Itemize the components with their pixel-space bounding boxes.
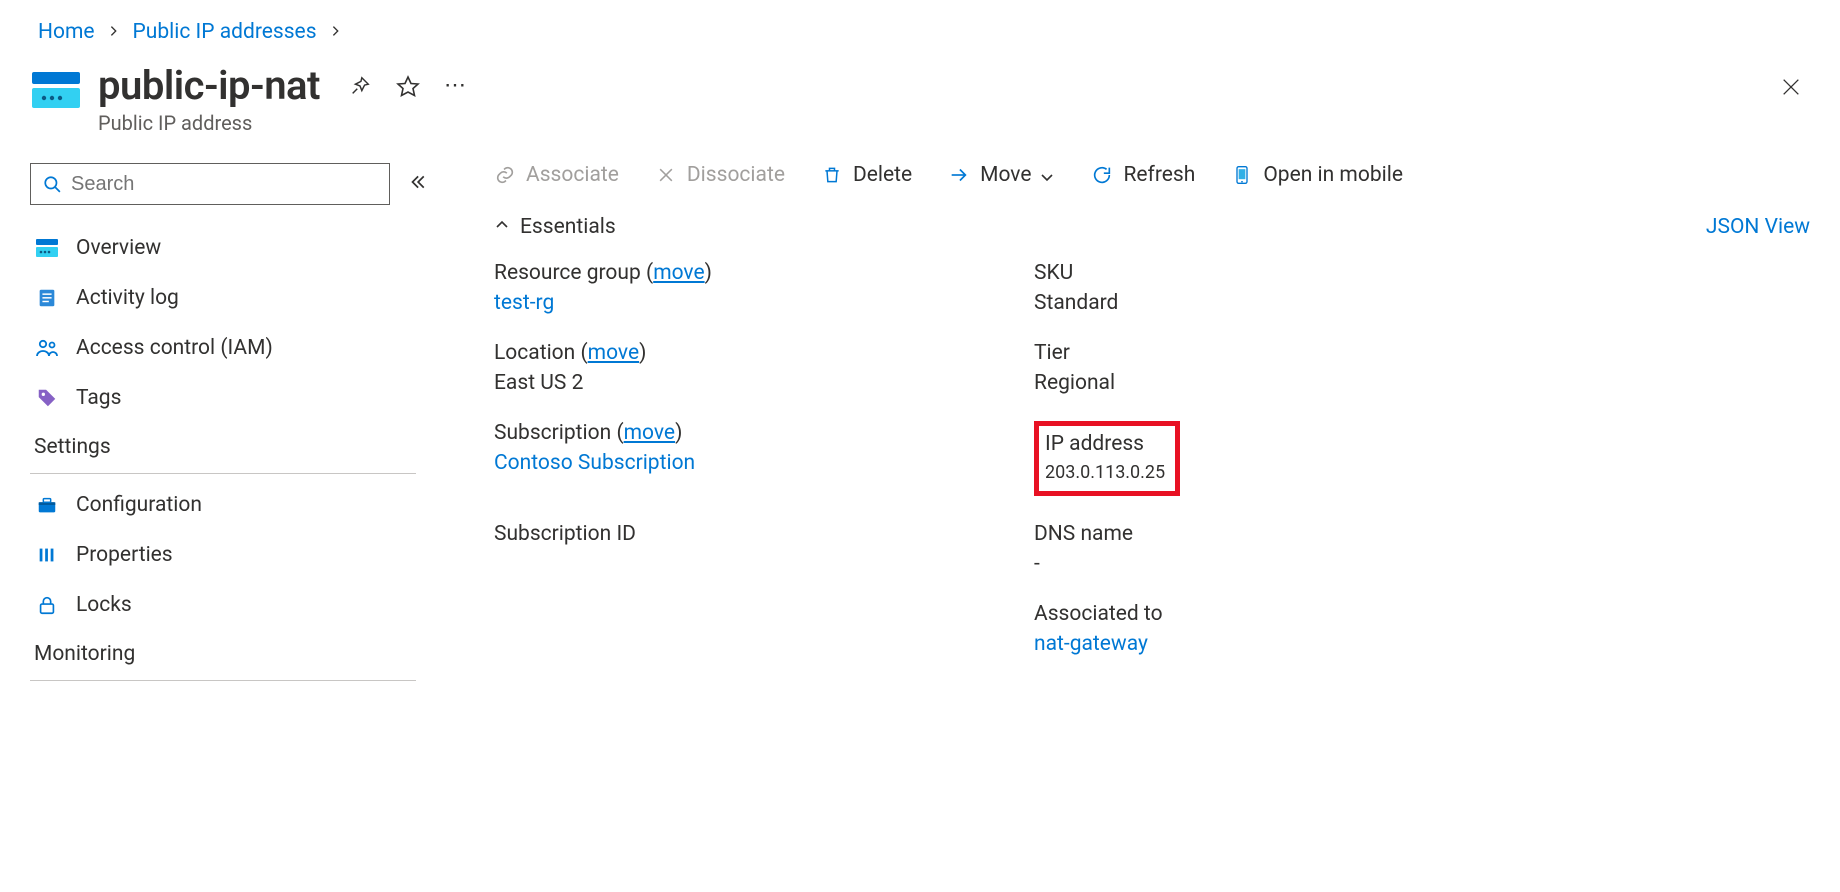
field-label-text: Associated to (1034, 602, 1810, 626)
field-associated-to: Associated to nat-gateway (1034, 602, 1810, 656)
sidebar-item-iam[interactable]: Access control (IAM) (30, 323, 430, 373)
associate-button: Associate (494, 163, 619, 187)
field-value-text: - (1034, 552, 1810, 576)
sidebar-item-label: Configuration (76, 493, 202, 517)
move-link[interactable]: move (653, 261, 704, 285)
people-icon (34, 335, 60, 361)
field-label-text: Subscription ID (494, 522, 994, 546)
sidebar-section-monitoring: Monitoring (30, 630, 430, 672)
sidebar-item-label: Access control (IAM) (76, 336, 273, 360)
delete-button[interactable]: Delete (821, 163, 912, 187)
star-icon[interactable] (396, 74, 420, 98)
public-ip-icon (34, 235, 60, 261)
field-label-text: Location (494, 341, 575, 365)
toolbar-label: Delete (853, 163, 912, 187)
pin-icon[interactable] (348, 74, 372, 98)
toolbar-label: Dissociate (687, 163, 785, 187)
main-content: Associate Dissociate Delete Move (430, 163, 1810, 687)
close-icon (655, 164, 677, 186)
refresh-button[interactable]: Refresh (1091, 163, 1195, 187)
field-label-text: Tier (1034, 341, 1810, 365)
log-icon (34, 285, 60, 311)
breadcrumb-home[interactable]: Home (38, 20, 95, 44)
move-link[interactable]: move (588, 341, 639, 365)
resource-group-link[interactable]: test-rg (494, 291, 994, 315)
field-label-text: DNS name (1034, 522, 1810, 546)
page-title: public-ip-nat (98, 62, 320, 109)
field-sku: SKU Standard (1034, 261, 1810, 315)
sidebar-item-label: Locks (76, 593, 132, 617)
field-label-text: SKU (1034, 261, 1810, 285)
toolbar-label: Open in mobile (1263, 163, 1403, 187)
divider (30, 680, 416, 681)
toolbox-icon (34, 492, 60, 518)
essentials-grid: Resource group (move) test-rg SKU Standa… (494, 261, 1810, 656)
search-input[interactable] (71, 173, 377, 196)
sidebar-section-settings: Settings (30, 423, 430, 465)
field-location: Location (move) East US 2 (494, 341, 994, 395)
dissociate-button: Dissociate (655, 163, 785, 187)
breadcrumb: Home Public IP addresses (38, 20, 1810, 44)
search-icon (43, 175, 61, 193)
field-value-text: Standard (1034, 291, 1810, 315)
link-icon (494, 164, 516, 186)
page-subtitle: Public IP address (98, 111, 468, 135)
ip-address-highlight: IP address 203.0.113.0.25 (1034, 421, 1180, 496)
field-subscription-id: Subscription ID (494, 522, 994, 576)
toolbar-label: Move (980, 163, 1031, 187)
subscription-link[interactable]: Contoso Subscription (494, 451, 994, 475)
sidebar-item-overview[interactable]: Overview (30, 223, 430, 273)
essentials-toggle[interactable]: Essentials (494, 215, 616, 239)
divider (30, 473, 416, 474)
associated-to-link[interactable]: nat-gateway (1034, 632, 1810, 656)
toolbar: Associate Dissociate Delete Move (494, 163, 1810, 187)
close-button[interactable] (1772, 68, 1810, 111)
field-label-text: Resource group (494, 261, 641, 285)
field-tier: Tier Regional (1034, 341, 1810, 395)
breadcrumb-public-ips[interactable]: Public IP addresses (133, 20, 317, 44)
move-button[interactable]: Move (948, 163, 1055, 187)
sidebar-item-tags[interactable]: Tags (30, 373, 430, 423)
json-view-link[interactable]: JSON View (1706, 215, 1810, 239)
open-in-mobile-button[interactable]: Open in mobile (1231, 163, 1403, 187)
field-resource-group: Resource group (move) test-rg (494, 261, 994, 315)
refresh-icon (1091, 164, 1113, 186)
essentials-label: Essentials (520, 215, 616, 239)
sidebar-item-label: Tags (76, 386, 121, 410)
properties-icon (34, 542, 60, 568)
more-icon[interactable]: ⋯ (444, 74, 468, 98)
trash-icon (821, 164, 843, 186)
tag-icon (34, 385, 60, 411)
field-label-text: Subscription (494, 421, 611, 445)
field-label-text: IP address (1045, 432, 1165, 456)
move-link[interactable]: move (624, 421, 675, 445)
search-box[interactable] (30, 163, 390, 205)
sidebar-item-label: Activity log (76, 286, 179, 310)
sidebar-item-label: Properties (76, 543, 173, 567)
public-ip-resource-icon (30, 68, 82, 112)
toolbar-label: Refresh (1123, 163, 1195, 187)
field-value-text: Regional (1034, 371, 1810, 395)
mobile-icon (1231, 164, 1253, 186)
sidebar-item-locks[interactable]: Locks (30, 580, 430, 630)
field-value-text: East US 2 (494, 371, 994, 395)
sidebar-item-configuration[interactable]: Configuration (30, 480, 430, 530)
sidebar-item-label: Overview (76, 236, 161, 260)
field-ip-address: IP address 203.0.113.0.25 (1039, 432, 1165, 483)
field-dns-name: DNS name - (1034, 522, 1810, 576)
chevron-down-icon (1039, 167, 1055, 183)
chevron-up-icon (494, 215, 510, 239)
arrow-right-icon (948, 164, 970, 186)
sidebar-item-activity-log[interactable]: Activity log (30, 273, 430, 323)
toolbar-label: Associate (526, 163, 619, 187)
lock-icon (34, 592, 60, 618)
collapse-sidebar-icon[interactable] (404, 168, 430, 200)
field-subscription: Subscription (move) Contoso Subscription (494, 421, 994, 496)
chevron-right-icon (107, 22, 121, 43)
sidebar-item-properties[interactable]: Properties (30, 530, 430, 580)
sidebar: Overview Activity log Access control (IA… (30, 163, 430, 687)
field-value-text: 203.0.113.0.25 (1045, 462, 1165, 483)
chevron-right-icon (329, 22, 343, 43)
